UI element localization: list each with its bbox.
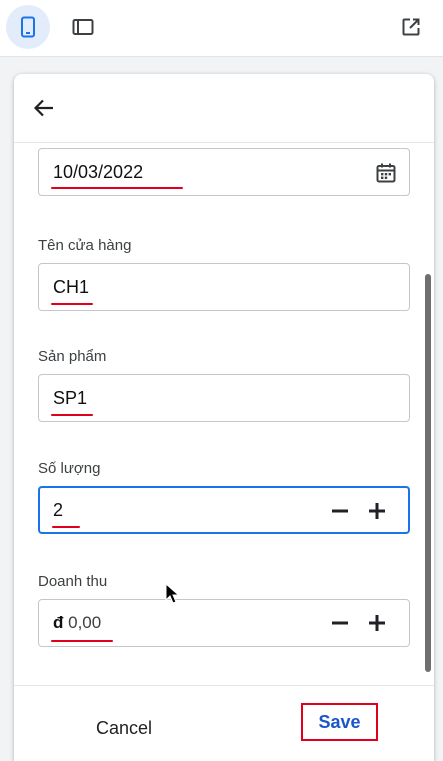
minus-icon xyxy=(332,509,348,513)
annotation-underline xyxy=(51,187,183,189)
plus-icon xyxy=(369,615,385,631)
product-label: Sản phẩm xyxy=(38,348,107,365)
quantity-stepper[interactable]: 2 xyxy=(38,486,410,534)
store-label: Tên cửa hàng xyxy=(38,237,132,254)
scrollbar-thumb[interactable] xyxy=(425,274,431,672)
preview-toolbar xyxy=(0,0,443,57)
open-in-new-button[interactable] xyxy=(389,5,433,49)
tablet-view-button[interactable] xyxy=(61,5,105,49)
annotation-underline xyxy=(52,526,80,528)
form-footer: Cancel Save xyxy=(14,685,434,761)
calendar-icon[interactable] xyxy=(375,162,397,184)
phone-view-button[interactable] xyxy=(6,5,50,49)
annotation-underline xyxy=(51,303,93,305)
annotation-underline xyxy=(51,414,93,416)
save-button[interactable]: Save xyxy=(301,703,378,741)
revenue-decrement-button[interactable] xyxy=(328,611,352,635)
store-value: CH1 xyxy=(53,277,90,297)
form-scroll-area: 10/03/2022 Tên cửa hàng CH1 Sản phẩm SP1… xyxy=(14,143,434,684)
revenue-stepper[interactable]: đ 0,00 xyxy=(38,599,410,647)
currency-symbol: đ xyxy=(53,613,64,632)
cancel-button[interactable]: Cancel xyxy=(72,712,176,744)
revenue-value: 0,00 xyxy=(68,613,102,632)
form-card: 10/03/2022 Tên cửa hàng CH1 Sản phẩm SP1… xyxy=(14,74,434,761)
annotation-underline xyxy=(51,640,113,642)
quantity-decrement-button[interactable] xyxy=(328,499,352,523)
plus-icon xyxy=(369,503,385,519)
form-header xyxy=(14,74,434,143)
quantity-increment-button[interactable] xyxy=(365,499,389,523)
quantity-value: 2 xyxy=(53,500,64,520)
revenue-text: đ 0,00 xyxy=(53,613,101,633)
store-field[interactable]: CH1 xyxy=(38,263,410,311)
open-in-new-icon xyxy=(402,18,420,36)
arrow-left-icon xyxy=(33,99,53,117)
quantity-label: Số lượng xyxy=(38,460,101,477)
phone-icon xyxy=(21,16,35,38)
date-value: 10/03/2022 xyxy=(53,162,144,182)
revenue-increment-button[interactable] xyxy=(365,611,389,635)
product-value: SP1 xyxy=(53,388,88,408)
tablet-icon xyxy=(72,19,94,35)
date-field[interactable]: 10/03/2022 xyxy=(38,148,410,196)
mouse-cursor-icon xyxy=(165,583,180,604)
back-button[interactable] xyxy=(28,92,60,124)
product-field[interactable]: SP1 xyxy=(38,374,410,422)
minus-icon xyxy=(332,621,348,625)
revenue-label: Doanh thu xyxy=(38,573,108,590)
